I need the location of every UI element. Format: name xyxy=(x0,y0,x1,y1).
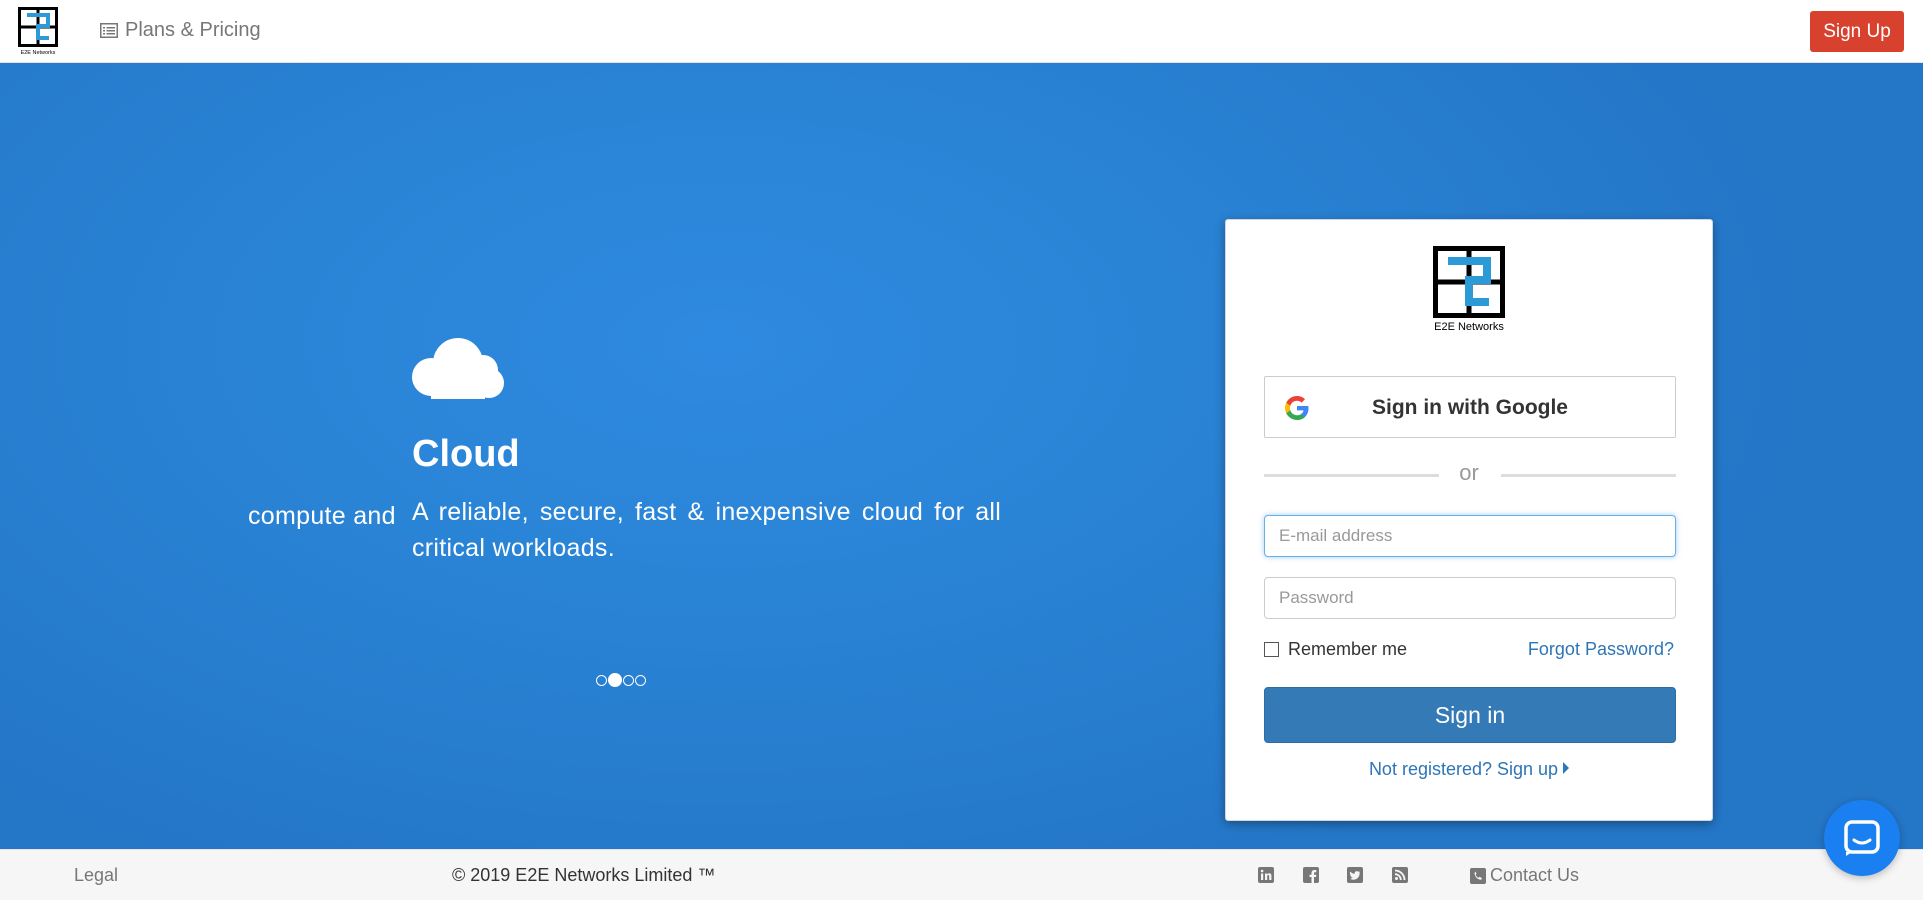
carousel-dot[interactable] xyxy=(596,674,607,686)
carousel-dot-active[interactable] xyxy=(608,673,622,687)
login-card: E2E Networks Sign in with Google or Reme… xyxy=(1225,219,1713,821)
feature-carousel: compute and Cloud A reliable, secure, fa… xyxy=(248,333,1000,663)
e2e-logo[interactable]: E2E Networks xyxy=(18,7,58,56)
carousel-indicators xyxy=(596,673,646,687)
list-icon xyxy=(100,23,118,38)
email-field[interactable] xyxy=(1264,515,1676,557)
password-field[interactable] xyxy=(1264,577,1676,619)
linkedin-icon[interactable] xyxy=(1258,867,1274,883)
or-divider: or xyxy=(1459,460,1479,485)
twitter-icon[interactable] xyxy=(1347,867,1363,883)
e2e-logo: E2E Networks xyxy=(1433,246,1505,333)
signup-button[interactable]: Sign Up xyxy=(1810,11,1904,52)
copyright-text: © 2019 E2E Networks Limited ™ xyxy=(452,865,716,885)
previous-slide-text: compute and xyxy=(248,502,396,530)
signup-link[interactable]: Not registered? Sign up xyxy=(1226,759,1712,780)
cloud-icon xyxy=(412,338,504,399)
card-logo-text: E2E Networks xyxy=(1434,321,1504,333)
top-navbar: E2E Networks Plans & Pricing Sign Up xyxy=(0,0,1923,63)
nav-logo-text: E2E Networks xyxy=(21,50,56,56)
signin-button[interactable]: Sign in xyxy=(1264,687,1676,743)
contact-us-label: Contact Us xyxy=(1490,865,1580,885)
remember-me[interactable]: Remember me xyxy=(1264,639,1407,660)
carousel-dot[interactable] xyxy=(635,674,646,686)
slide-description: A reliable, secure, fast & inexpensive c… xyxy=(412,498,1000,562)
chat-icon xyxy=(1844,820,1880,856)
contact-us-link[interactable]: Contact Us xyxy=(1470,865,1579,886)
facebook-icon[interactable] xyxy=(1303,867,1319,883)
chat-launcher-button[interactable] xyxy=(1824,800,1900,876)
footer: Legal © 2019 E2E Networks Limited ™ Cont… xyxy=(0,849,1923,900)
phone-icon xyxy=(1470,867,1486,884)
caret-right-icon xyxy=(1563,762,1570,774)
signup-link-label: Not registered? Sign up xyxy=(1368,759,1559,779)
plans-pricing-label: Plans & Pricing xyxy=(125,19,261,41)
carousel-dot[interactable] xyxy=(623,674,634,686)
rss-icon[interactable] xyxy=(1392,867,1408,883)
legal-link[interactable]: Legal xyxy=(74,865,118,886)
google-signin-button[interactable]: Sign in with Google xyxy=(1264,376,1676,438)
divider-line-right xyxy=(1501,474,1676,477)
google-signin-label: Sign in with Google xyxy=(1372,396,1568,419)
remember-me-checkbox[interactable] xyxy=(1264,642,1279,657)
plans-pricing-link[interactable]: Plans & Pricing xyxy=(100,19,261,42)
hero-section: compute and Cloud A reliable, secure, fa… xyxy=(0,63,1923,849)
slide-title: Cloud xyxy=(412,433,520,475)
forgot-password-link[interactable]: Forgot Password? xyxy=(1528,639,1674,660)
remember-me-label: Remember me xyxy=(1288,639,1408,659)
